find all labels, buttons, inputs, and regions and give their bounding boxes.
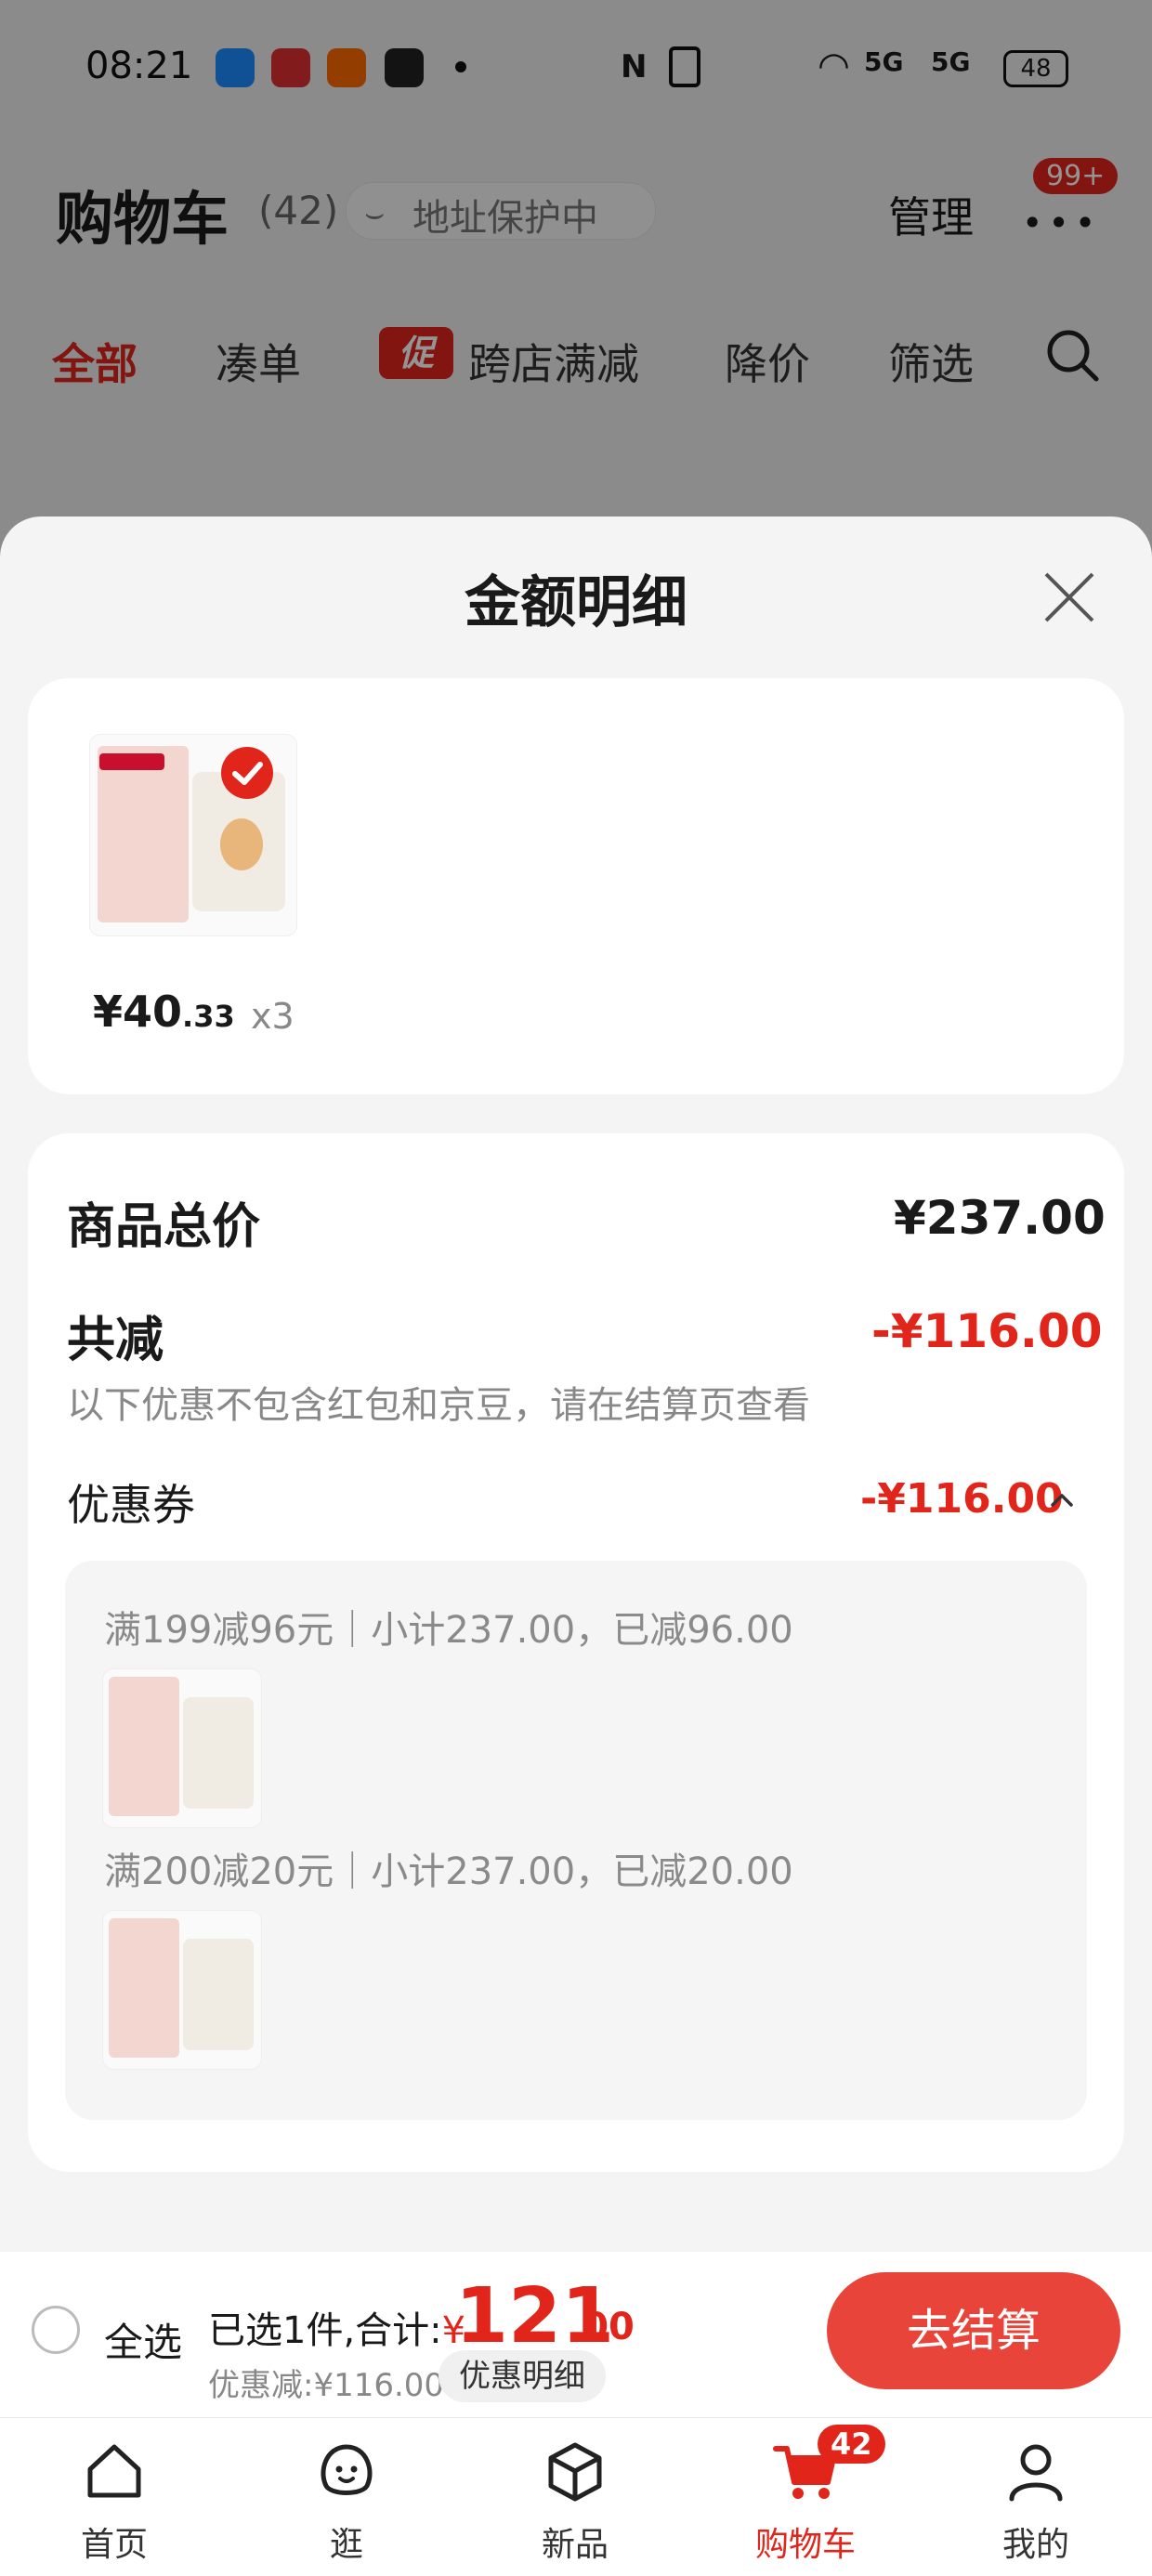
total-decimal: .00 — [569, 2306, 635, 2348]
saving-text: 优惠减:¥116.00 — [208, 2367, 445, 2404]
cart-badge: 42 — [818, 2425, 885, 2464]
total-price-value: ¥237.00 — [894, 1191, 1106, 1245]
coupon-rule-1: 满199减96元｜小计237.00，已减96.00 — [104, 1609, 793, 1652]
coupon-label: 优惠券 — [67, 1480, 195, 1530]
close-icon[interactable] — [1041, 569, 1098, 626]
person-icon — [1009, 2444, 1063, 2502]
nav-home[interactable]: 首页 — [45, 2434, 184, 2566]
discount-detail-button[interactable]: 优惠明细 — [439, 2350, 606, 2402]
coupon-rule-2: 满200减20元｜小计237.00，已减20.00 — [104, 1850, 793, 1893]
rule-product-image — [102, 1910, 262, 2070]
home-icon — [87, 2444, 141, 2498]
quantity: x3 — [251, 996, 295, 1037]
sheet-title: 金额明细 — [465, 570, 687, 635]
discount-note: 以下优惠不包含红包和京豆，请在结算页查看 — [67, 1384, 810, 1427]
nav-mine[interactable]: 我的 — [966, 2434, 1106, 2566]
box-icon — [548, 2442, 602, 2502]
selected-summary: 已选1件,合计:¥ — [208, 2309, 466, 2352]
select-all-radio[interactable] — [32, 2306, 80, 2354]
checkout-button[interactable]: 去结算 — [827, 2272, 1120, 2389]
chevron-up-icon[interactable] — [1048, 1486, 1076, 1514]
nav-explore[interactable]: 逛 — [277, 2434, 416, 2566]
select-all-label[interactable]: 全选 — [104, 2311, 182, 2368]
smiley-icon — [321, 2444, 373, 2495]
discount-value: -¥116.00 — [871, 1304, 1103, 1358]
total-price-label: 商品总价 — [67, 1199, 261, 1255]
coupon-value[interactable]: -¥116.00 — [860, 1475, 1064, 1523]
unit-price: ¥40.33 — [93, 987, 235, 1037]
checkmark-icon — [221, 747, 273, 799]
discount-label: 共减 — [67, 1313, 164, 1368]
nav-new[interactable]: 新品 — [505, 2434, 645, 2566]
rule-product-image — [102, 1668, 262, 1828]
